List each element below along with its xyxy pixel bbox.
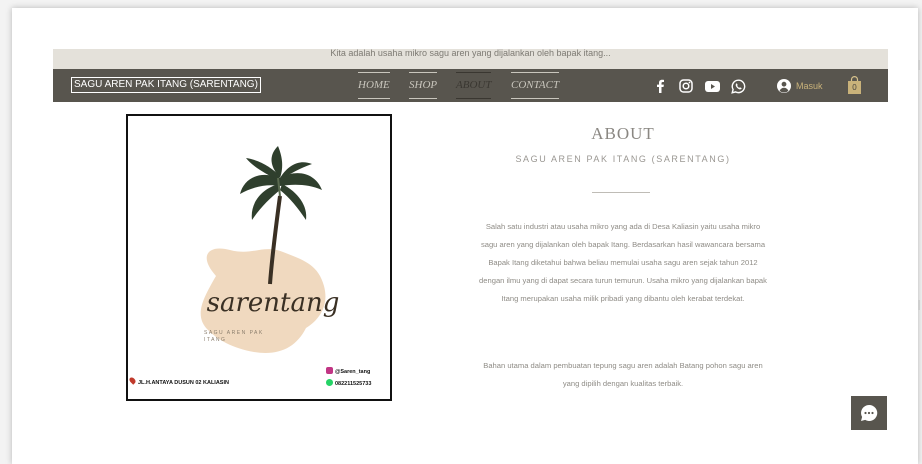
window-edge-mark — [918, 60, 920, 70]
site-header: SAGU AREN PAK ITANG (SARENTANG) HOME SHO… — [53, 69, 888, 102]
login-button[interactable]: Masuk — [777, 77, 823, 95]
about-paragraph-2: Bahan utama dalam pembuatan tepung sagu … — [483, 361, 763, 388]
chat-bubble-icon — [861, 404, 878, 421]
login-label: Masuk — [796, 81, 823, 91]
nav-about[interactable]: ABOUT — [456, 69, 492, 102]
youtube-icon[interactable] — [704, 78, 720, 94]
window-edge-mark — [918, 300, 920, 310]
about-paragraph-1: Salah satu industri atau usaha mikro yan… — [479, 222, 767, 303]
promo-banner: Kita adalah usaha mikro sagu aren yang d… — [53, 49, 888, 69]
nav-home[interactable]: HOME — [358, 69, 390, 102]
facebook-icon[interactable] — [652, 78, 668, 94]
instagram-icon[interactable] — [678, 78, 694, 94]
whatsapp-badge-icon — [326, 379, 333, 386]
cart-button[interactable]: 0 — [848, 76, 861, 94]
site-title-link[interactable]: SAGU AREN PAK ITANG (SARENTANG) — [71, 77, 261, 93]
cart-count: 0 — [852, 83, 857, 92]
poster-address: JL.H.ANTAYA DUSUN 02 KALIASIN — [128, 376, 229, 386]
whatsapp-icon[interactable] — [730, 78, 746, 94]
promo-text: Kita adalah usaha mikro sagu aren yang d… — [330, 49, 611, 58]
location-pin-icon — [128, 376, 137, 385]
brand-script: sarentang — [206, 288, 340, 318]
palm-tree-logo — [200, 146, 326, 353]
poster-phone: 082211525733 — [326, 379, 371, 387]
chat-button[interactable] — [851, 396, 887, 430]
nav-shop[interactable]: SHOP — [409, 69, 438, 102]
poster-instagram: @Saren_tang — [326, 367, 370, 375]
about-divider — [592, 192, 650, 193]
brand-poster: sarentang SAGU AREN PAK ITANG JL.H.ANTAY… — [126, 114, 392, 401]
user-avatar-icon — [777, 79, 791, 93]
brand-subtitle: SAGU AREN PAK ITANG — [204, 330, 264, 343]
about-title: ABOUT — [591, 124, 655, 143]
instagram-badge-icon — [326, 367, 333, 374]
nav-contact[interactable]: CONTACT — [511, 69, 560, 102]
about-subtitle: SAGU AREN PAK ITANG (SARENTANG) — [515, 154, 731, 164]
